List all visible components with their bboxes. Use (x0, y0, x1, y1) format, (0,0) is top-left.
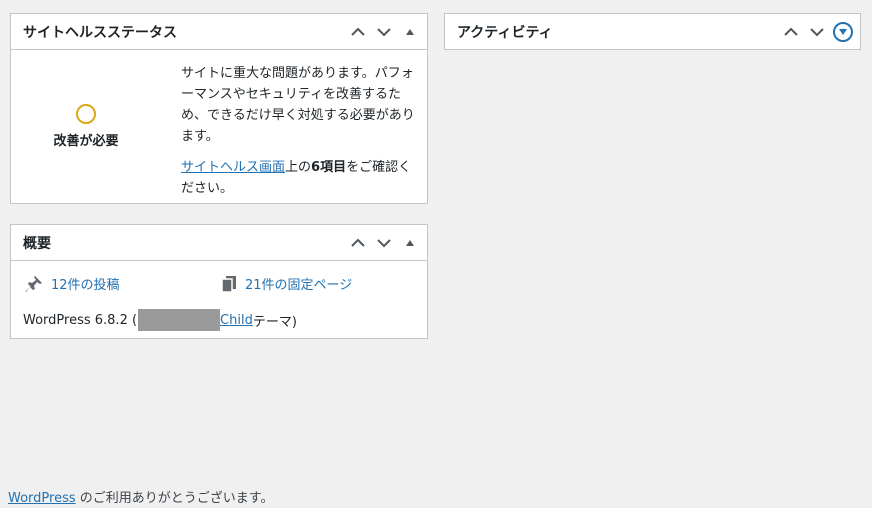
toggle-focus-ring (833, 21, 853, 42)
admin-footer: WordPress のご利用ありがとうございます。 (8, 487, 273, 506)
activity-title: アクティビティ (457, 24, 553, 41)
posts-count-item: 12件の投稿 (25, 274, 120, 293)
move-down-button[interactable] (804, 14, 830, 50)
chevron-down-icon (377, 238, 391, 247)
triangle-down-icon (839, 28, 847, 35)
move-down-button[interactable] (371, 225, 397, 261)
toggle-panel-button[interactable] (397, 14, 423, 50)
health-status-label: 改善が必要 (53, 134, 119, 149)
at-a-glance-title: 概要 (23, 235, 51, 252)
activity-header: アクティビティ (445, 14, 860, 49)
move-up-button[interactable] (345, 14, 371, 50)
triangle-up-icon (406, 239, 414, 246)
health-issues-line: サイトヘルス画面上の6項目をご確認ください。 (181, 157, 419, 199)
chevron-down-icon (377, 27, 391, 36)
move-down-button[interactable] (371, 14, 397, 50)
pages-count-item: 21件の固定ページ (221, 274, 352, 293)
health-issue-count: 6項目 (311, 160, 347, 175)
health-description-area: サイトに重大な問題があります。パフォーマンスやセキュリティを改善するため、できる… (181, 63, 419, 209)
at-a-glance-handles (345, 225, 427, 260)
chevron-up-icon (784, 27, 798, 36)
theme-link[interactable]: Child (220, 313, 253, 328)
health-progress-ring-icon (76, 104, 96, 124)
health-status-area: 改善が必要 (11, 50, 161, 205)
at-a-glance-widget: 概要 12件の投稿 21件の固定ページ WordPress 6.8.2 ( Chi… (10, 224, 428, 339)
chevron-down-icon (810, 27, 824, 36)
site-health-screen-link[interactable]: サイトヘルス画面 (181, 160, 285, 175)
site-health-widget: サイトヘルスステータス 改善が必要 サイトに重大な問題があります。パフォーマンス… (10, 13, 428, 204)
move-up-button[interactable] (345, 225, 371, 261)
health-suffix-before: 上の (285, 160, 312, 175)
site-health-handles (345, 14, 427, 49)
posts-count-link[interactable]: 12件の投稿 (51, 274, 120, 293)
activity-handles (778, 14, 860, 49)
site-health-title: サイトヘルスステータス (23, 24, 177, 41)
pages-count-link[interactable]: 21件の固定ページ (245, 274, 352, 293)
redacted-theme-name (138, 309, 221, 331)
activity-widget: アクティビティ (444, 13, 861, 50)
footer-thanks-text: のご利用ありがとうございます。 (75, 491, 274, 506)
pin-icon (25, 275, 42, 292)
wordpress-version-line: WordPress 6.8.2 ( Child テーマ) (23, 309, 297, 331)
move-up-button[interactable] (778, 14, 804, 50)
toggle-panel-button[interactable] (397, 225, 423, 261)
version-prefix: WordPress 6.8.2 ( (23, 312, 138, 328)
pages-icon (221, 275, 236, 293)
site-health-header: サイトヘルスステータス (11, 14, 427, 50)
chevron-up-icon (351, 238, 365, 247)
chevron-up-icon (351, 27, 365, 36)
health-description: サイトに重大な問題があります。パフォーマンスやセキュリティを改善するため、できる… (181, 66, 415, 144)
version-suffix: テーマ) (252, 314, 297, 330)
at-a-glance-header: 概要 (11, 225, 427, 261)
toggle-panel-button[interactable] (830, 14, 856, 50)
triangle-up-icon (406, 28, 414, 35)
footer-wordpress-link[interactable]: WordPress (8, 491, 76, 506)
